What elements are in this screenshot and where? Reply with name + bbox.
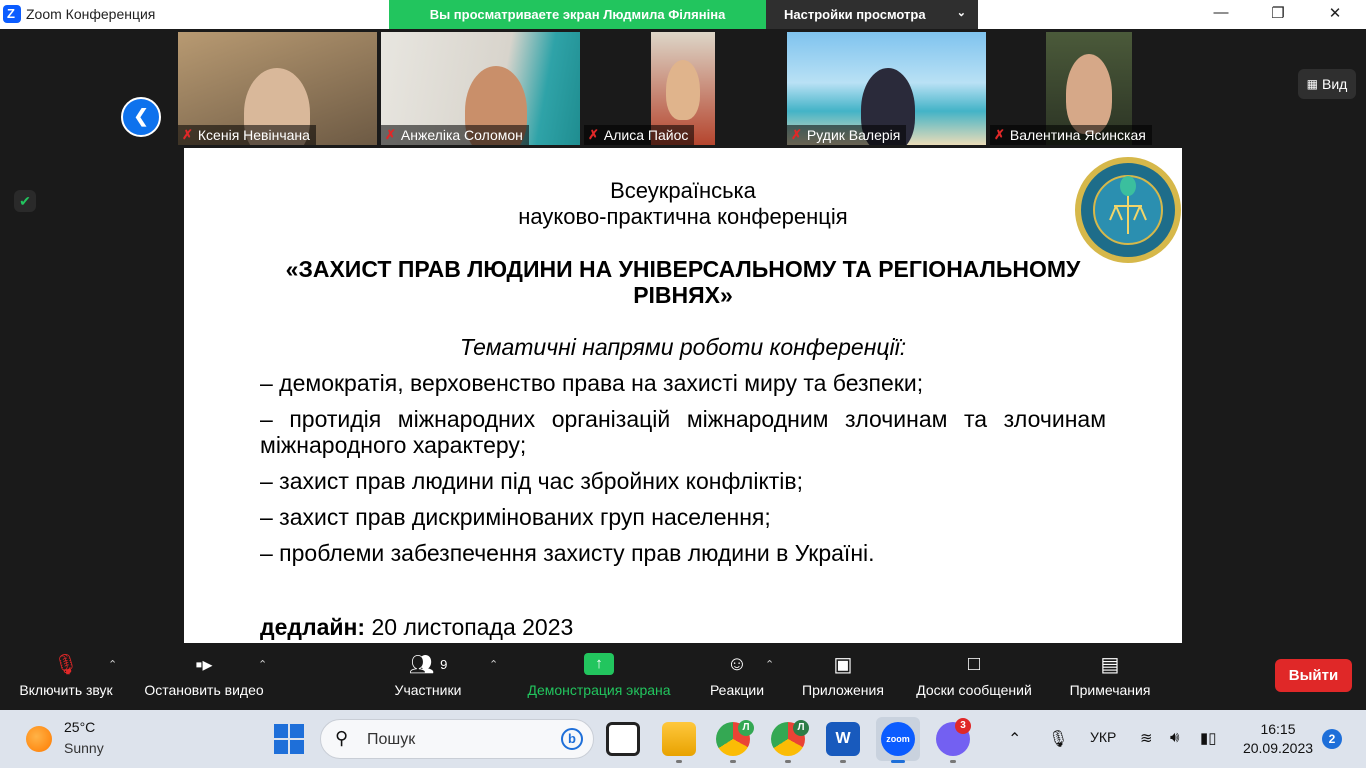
list-item: – демократія, верховенство права на захи… — [260, 370, 924, 396]
deadline: дедлайн: 20 листопада 2023 — [260, 614, 574, 640]
taskbar-search-box[interactable]: ⚲ Пошук b — [320, 719, 594, 759]
participant-tile[interactable]: ✗ Валентина Ясинская — [990, 32, 1189, 145]
windows-start-icon[interactable] — [274, 724, 304, 754]
weather-temperature: 25°C — [64, 719, 96, 735]
meeting-toolbar: 🎙︎ Включить звук ⌃ ▪▸ Остановить видео ⌃… — [0, 646, 1366, 710]
mic-muted-icon: ✗ — [588, 127, 599, 142]
mic-muted-icon: 🎙︎ — [53, 653, 79, 676]
view-button[interactable]: ▦ Вид — [1298, 69, 1356, 99]
reactions-button[interactable]: ☺ Реакции — [704, 646, 770, 710]
participant-name: ✗ Валентина Ясинская — [990, 125, 1152, 145]
restore-icon[interactable]: ❐ — [1266, 4, 1290, 24]
whiteboard-icon: □ — [967, 652, 981, 675]
list-item: – протидія міжнародних організацій міжна… — [260, 406, 1106, 458]
leave-meeting-button[interactable]: Выйти — [1275, 659, 1352, 692]
zoom-icon: zoom — [881, 722, 915, 756]
security-shield-icon[interactable]: ✔ — [14, 190, 36, 212]
search-icon: ⚲ — [335, 728, 349, 748]
taskbar-clock[interactable]: 16:15 20.09.2023 — [1238, 720, 1318, 758]
slide-heading: Всеукраїнська науково-практична конферен… — [518, 178, 848, 229]
share-screen-icon: ↑ — [584, 653, 614, 675]
show-hidden-icons-chevron-icon[interactable]: ⌃ — [1008, 729, 1021, 749]
grid-icon: ▦ — [1306, 77, 1318, 91]
volume-icon[interactable]: 🔊︎ — [1170, 729, 1179, 746]
apps-icon: ▣ — [833, 653, 853, 676]
video-camera-icon: ▪▸ — [195, 653, 213, 676]
previous-page-button[interactable]: ❮ — [121, 97, 161, 137]
file-explorer-icon[interactable] — [662, 722, 696, 756]
notes-icon: ▤ — [1100, 653, 1120, 676]
windows-taskbar: 25°C Sunny ⚲ Пошук b Л Л W zoom 3 ⌃ 🎙︎ У… — [0, 710, 1366, 768]
audio-options-caret-icon[interactable]: ⌃ — [108, 658, 117, 671]
reactions-smiley-icon: ☺ — [726, 652, 748, 675]
mic-muted-icon: ✗ — [791, 127, 802, 142]
apps-button[interactable]: ▣ Приложения — [794, 646, 892, 710]
video-options-caret-icon[interactable]: ⌃ — [258, 658, 267, 671]
chevron-down-icon: ⌄ — [956, 7, 966, 19]
view-options-dropdown[interactable]: Настройки просмотра ⌄ — [766, 0, 978, 29]
mic-muted-icon: ✗ — [994, 127, 1005, 142]
stop-video-button[interactable]: ▪▸ Остановить видео — [138, 646, 270, 710]
close-icon[interactable]: ✕ — [1323, 4, 1347, 24]
participant-name: ✗ Анжеліка Соломон — [381, 125, 529, 145]
chrome-profile-badge: Л — [793, 720, 809, 736]
zoom-app-active[interactable]: zoom — [876, 717, 920, 761]
wifi-icon[interactable]: ≋ — [1140, 729, 1153, 747]
notes-button[interactable]: ▤ Примечания — [1062, 646, 1158, 710]
chevron-left-icon: ❮ — [133, 106, 149, 126]
list-item: – захист прав людини під час збройних ко… — [260, 468, 804, 494]
participant-tile[interactable]: ✗ Анжеліка Соломон — [381, 32, 580, 145]
topics-heading: Тематичні напрями роботи конференції: — [459, 334, 907, 360]
weather-condition: Sunny — [64, 740, 104, 756]
participants-count: 9 — [440, 656, 448, 672]
unmute-button[interactable]: 🎙︎ Включить звук — [10, 646, 122, 710]
window-title: Zoom Конференция — [26, 6, 156, 22]
whiteboards-button[interactable]: □ Доски сообщений — [906, 646, 1042, 710]
sun-icon — [26, 726, 52, 752]
mic-muted-icon: ✗ — [385, 127, 396, 142]
mic-muted-icon: ✗ — [182, 127, 193, 142]
participants-options-caret-icon[interactable]: ⌃ — [489, 658, 498, 671]
minimize-icon[interactable]: — — [1209, 4, 1233, 24]
battery-icon[interactable]: ▮▯ — [1200, 729, 1217, 747]
participants-button[interactable]: 👥︎ 9 Участники — [388, 646, 468, 710]
notification-count-badge[interactable]: 2 — [1322, 729, 1342, 749]
list-item: – проблеми забезпечення захисту прав люд… — [260, 540, 875, 566]
bing-icon[interactable]: b — [561, 728, 583, 750]
participant-tile[interactable]: ✗ Рудик Валерія — [787, 32, 986, 145]
view-button-label: Вид — [1322, 76, 1348, 92]
participant-name: ✗ Рудик Валерія — [787, 125, 907, 145]
chrome-profile-badge: Л — [738, 720, 754, 736]
input-language[interactable]: УКР — [1090, 729, 1116, 745]
clock-time: 16:15 — [1260, 721, 1296, 737]
view-options-label: Настройки просмотра — [784, 7, 926, 22]
topics-list: – демократія, верховенство права на захи… — [260, 370, 1106, 576]
conference-title: «ЗАХИСТ ПРАВ ЛЮДИНИ НА УНІВЕРСАЛЬНОМУ ТА… — [285, 256, 1081, 308]
participant-tile[interactable]: ✗ Ксенія Невінчана — [178, 32, 377, 145]
screen-share-banner: Вы просматриваете экран Людмила Філяніна — [389, 0, 766, 29]
reactions-options-caret-icon[interactable]: ⌃ — [765, 658, 774, 671]
task-view-icon[interactable] — [606, 722, 640, 756]
microphone-icon[interactable]: 🎙︎ — [1048, 729, 1068, 749]
participants-icon: 👥︎ — [408, 653, 435, 676]
clock-date: 20.09.2023 — [1242, 740, 1314, 756]
search-placeholder: Пошук — [367, 731, 416, 748]
share-screen-button[interactable]: ↑ Демонстрация экрана — [518, 646, 680, 710]
viber-notification-badge: 3 — [955, 718, 971, 734]
participant-name: ✗ Алиса Пайос — [584, 125, 695, 145]
shared-screen-slide: Всеукраїнська науково-практична конферен… — [184, 148, 1182, 643]
participant-tile[interactable]: ✗ Алиса Пайос — [584, 32, 783, 145]
word-icon[interactable]: W — [826, 722, 860, 756]
list-item: – захист прав дискримінованих груп насел… — [260, 504, 771, 530]
window-titlebar: Zoom Конференция Вы просматриваете экран… — [0, 0, 1366, 29]
participant-name: ✗ Ксенія Невінчана — [178, 125, 316, 145]
zoom-logo-icon — [3, 5, 21, 23]
